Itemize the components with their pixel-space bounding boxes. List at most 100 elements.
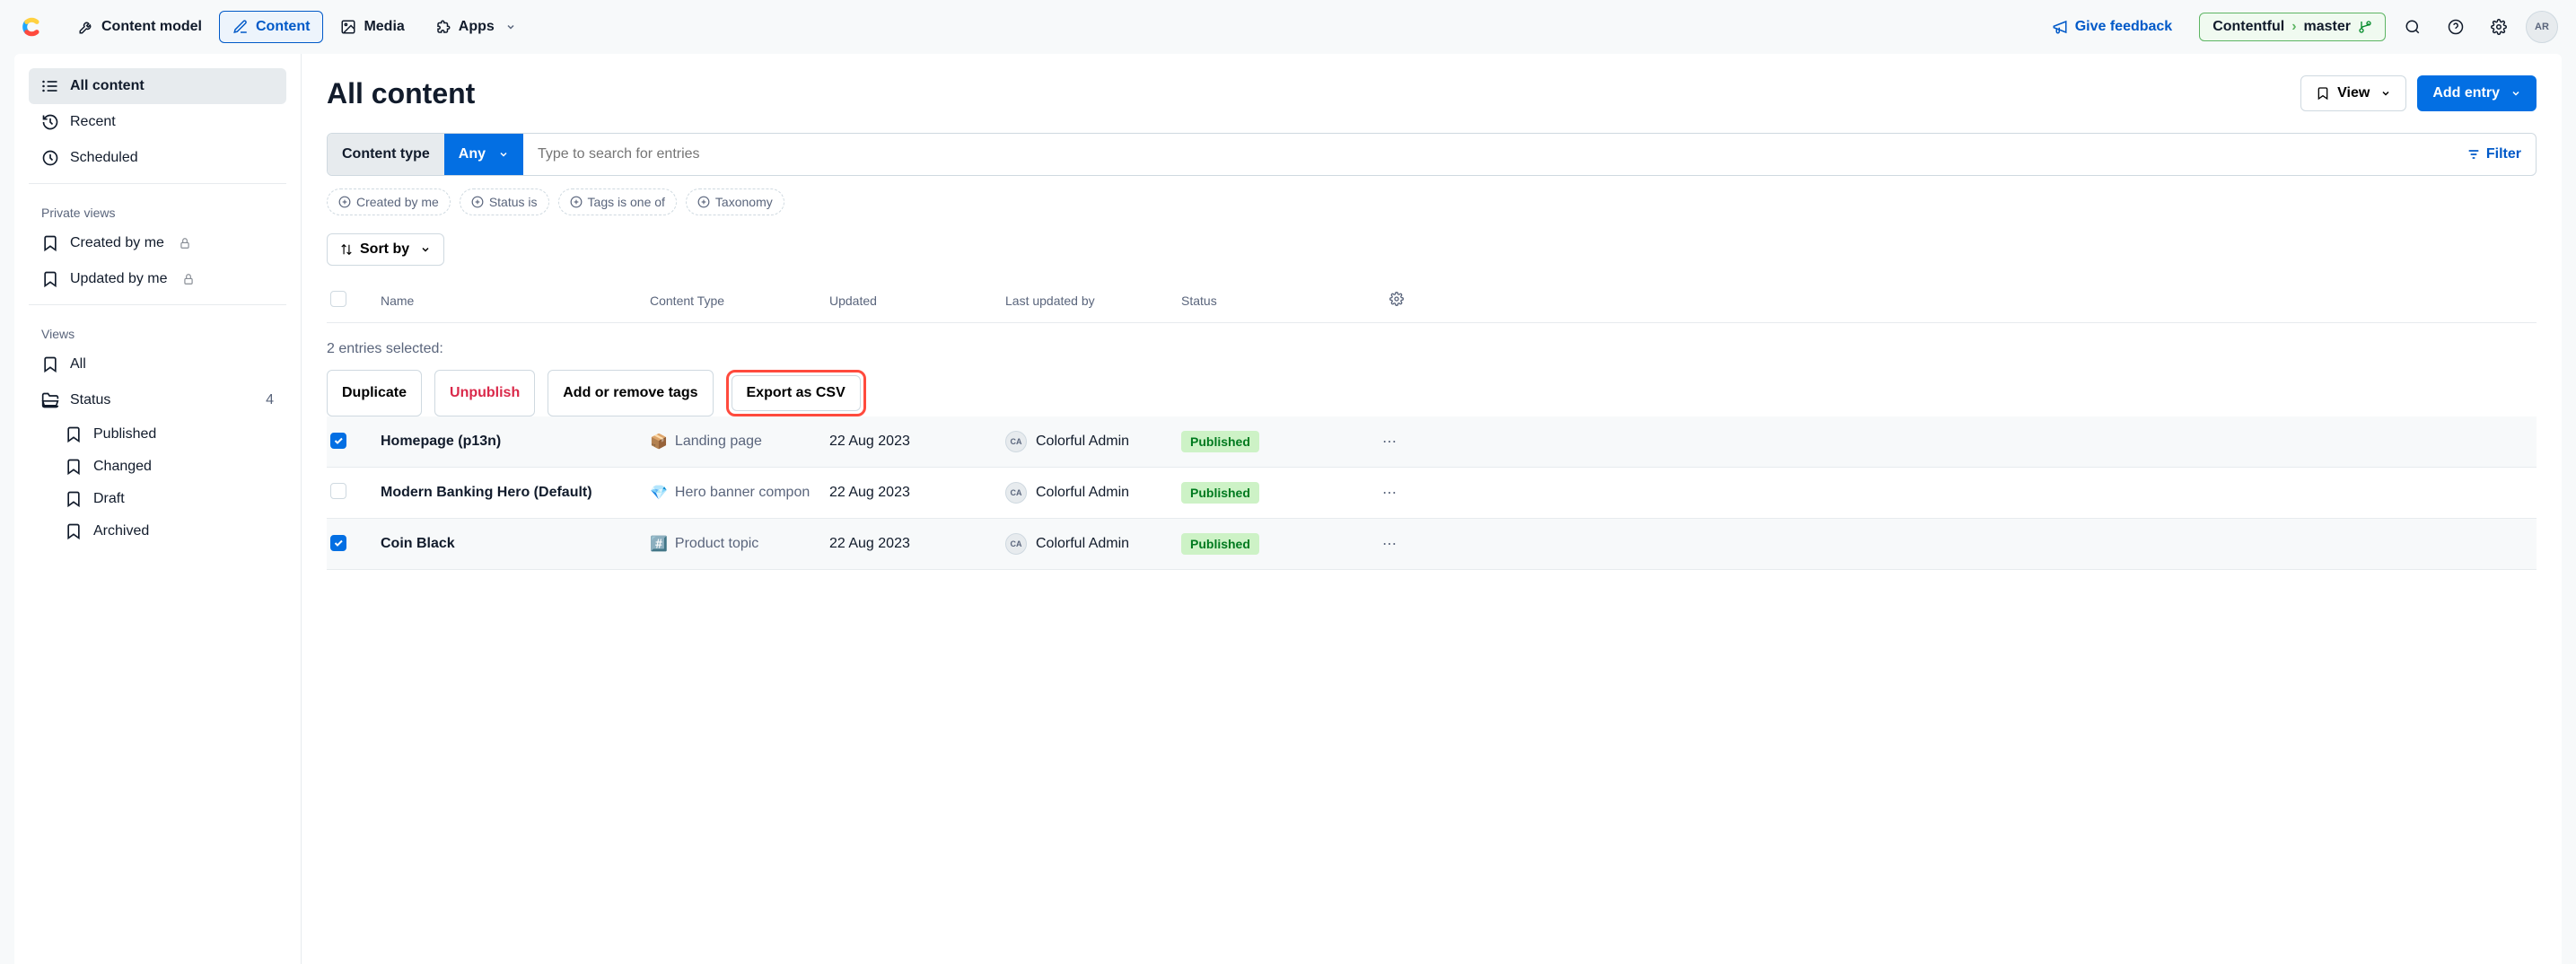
nav-label: Content: [256, 19, 310, 35]
user-avatar-icon: CA: [1005, 482, 1027, 504]
nav-content-model[interactable]: Content model: [65, 11, 215, 43]
nav-label: Content model: [101, 19, 202, 35]
view-button[interactable]: View: [2300, 75, 2406, 111]
type-icon: 💎: [650, 484, 668, 502]
chevron-down-icon: [2380, 88, 2391, 99]
content-type-label: Content type: [328, 134, 444, 175]
row-name: Modern Banking Hero (Default): [381, 485, 650, 501]
sort-icon: [340, 243, 353, 256]
sidebar-all-content[interactable]: All content: [29, 68, 286, 104]
row-updated: 22 Aug 2023: [829, 434, 1005, 450]
sidebar-item-label: Archived: [93, 523, 149, 539]
user-avatar-icon: CA: [1005, 533, 1027, 555]
sidebar-item-label: Status: [70, 392, 110, 408]
feedback-label: Give feedback: [2075, 19, 2173, 35]
nav-media[interactable]: Media: [327, 11, 417, 43]
selection-count: 2 entries selected:: [327, 341, 2537, 357]
row-checkbox[interactable]: [330, 535, 346, 551]
row-user: CAColorful Admin: [1005, 431, 1181, 452]
bookmark-icon: [65, 522, 83, 540]
search-icon: [2405, 19, 2421, 35]
megaphone-icon: [2052, 19, 2068, 35]
chevron-down-icon: [498, 149, 509, 160]
chip-tags[interactable]: Tags is one of: [558, 188, 677, 215]
duplicate-button[interactable]: Duplicate: [327, 370, 422, 416]
table-row[interactable]: Coin Black #️⃣Product topic 22 Aug 2023 …: [327, 519, 2537, 570]
space-name: Contentful: [2212, 19, 2284, 35]
help-button[interactable]: [2440, 11, 2472, 43]
nav-content[interactable]: Content: [219, 11, 323, 43]
row-actions-button[interactable]: ⋯: [1375, 531, 1404, 556]
row-checkbox[interactable]: [330, 433, 346, 449]
select-all-checkbox[interactable]: [330, 291, 346, 307]
bookmark-icon: [65, 425, 83, 443]
sidebar-item-label: Published: [93, 426, 156, 443]
bookmark-icon: [41, 270, 59, 288]
page-title: All content: [327, 77, 475, 110]
nav-label: Media: [364, 19, 404, 35]
sidebar-all[interactable]: All: [29, 346, 286, 382]
col-updated[interactable]: Updated: [829, 294, 1005, 308]
bulk-actions: Duplicate Unpublish Add or remove tags E…: [327, 370, 2537, 416]
sidebar-item-label: Draft: [93, 491, 125, 507]
unpublish-button[interactable]: Unpublish: [434, 370, 535, 416]
top-nav: Content model Content Media Apps Give fe…: [0, 0, 2576, 54]
user-avatar[interactable]: AR: [2526, 11, 2558, 43]
chip-status-is[interactable]: Status is: [460, 188, 549, 215]
user-avatar-icon: CA: [1005, 431, 1027, 452]
search-button[interactable]: [2396, 11, 2429, 43]
row-content-type: 📦Landing page: [650, 433, 829, 451]
sidebar-status[interactable]: Status 4: [29, 382, 286, 418]
col-name[interactable]: Name: [381, 294, 650, 308]
chip-taxonomy[interactable]: Taxonomy: [686, 188, 784, 215]
sidebar-changed[interactable]: Changed: [29, 451, 286, 483]
main-content: All content View Add entry Content type …: [302, 54, 2562, 964]
sidebar-updated-by-me[interactable]: Updated by me: [29, 261, 286, 297]
col-last-updated-by[interactable]: Last updated by: [1005, 294, 1181, 308]
branch-icon: [2358, 20, 2372, 34]
nav-apps[interactable]: Apps: [422, 11, 530, 43]
filter-bar: Content type Any Filter: [327, 133, 2537, 176]
row-name: Coin Black: [381, 536, 650, 552]
sort-by-button[interactable]: Sort by: [327, 233, 444, 266]
status-badge: Published: [1181, 533, 1259, 555]
table-row[interactable]: Modern Banking Hero (Default) 💎Hero bann…: [327, 468, 2537, 519]
settings-button[interactable]: [2483, 11, 2515, 43]
row-checkbox[interactable]: [330, 483, 346, 499]
chevron-down-icon: [505, 22, 516, 32]
content-type-value[interactable]: Any: [444, 134, 523, 175]
folder-open-icon: [41, 391, 59, 409]
column-settings-button[interactable]: [1389, 292, 1404, 309]
filter-icon: [2466, 147, 2481, 162]
history-icon: [41, 113, 59, 131]
sidebar-published[interactable]: Published: [29, 418, 286, 451]
row-actions-button[interactable]: ⋯: [1375, 480, 1404, 505]
add-remove-tags-button[interactable]: Add or remove tags: [548, 370, 713, 416]
private-views-label: Private views: [29, 191, 286, 225]
bookmark-icon: [41, 355, 59, 373]
add-entry-button[interactable]: Add entry: [2417, 75, 2537, 111]
chevron-down-icon: [2510, 88, 2521, 99]
chip-created-by-me[interactable]: Created by me: [327, 188, 451, 215]
row-content-type: #️⃣Product topic: [650, 535, 829, 553]
bookmark-icon: [65, 458, 83, 476]
sidebar-created-by-me[interactable]: Created by me: [29, 225, 286, 261]
type-icon: #️⃣: [650, 535, 668, 553]
environment-selector[interactable]: Contentful › master: [2199, 13, 2386, 41]
logo[interactable]: [18, 14, 43, 39]
sidebar-recent[interactable]: Recent: [29, 104, 286, 140]
col-status[interactable]: Status: [1181, 294, 1361, 308]
sidebar-scheduled[interactable]: Scheduled: [29, 140, 286, 176]
row-actions-button[interactable]: ⋯: [1375, 429, 1404, 454]
table-row[interactable]: Homepage (p13n) 📦Landing page 22 Aug 202…: [327, 416, 2537, 468]
search-input[interactable]: [523, 134, 2452, 175]
col-content-type[interactable]: Content Type: [650, 294, 829, 308]
sidebar-archived[interactable]: Archived: [29, 515, 286, 548]
sidebar-item-label: All: [70, 356, 86, 372]
env-name: master: [2304, 19, 2351, 35]
export-csv-button[interactable]: Export as CSV: [732, 375, 861, 411]
row-name: Homepage (p13n): [381, 434, 650, 450]
give-feedback-link[interactable]: Give feedback: [2039, 12, 2186, 42]
sidebar-draft[interactable]: Draft: [29, 483, 286, 515]
filter-button[interactable]: Filter: [2452, 146, 2536, 162]
